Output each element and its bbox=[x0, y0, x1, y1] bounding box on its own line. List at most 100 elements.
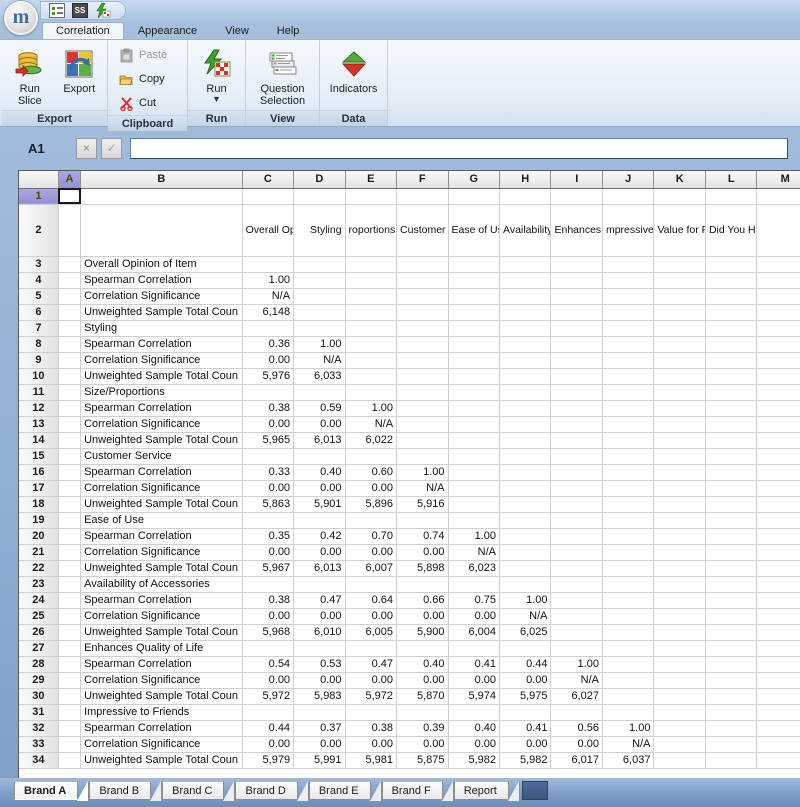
cell-h17[interactable] bbox=[499, 480, 552, 497]
cell-k6[interactable] bbox=[653, 304, 706, 321]
cell-k2[interactable]: Value for Price Paid bbox=[653, 204, 706, 257]
cell-a23[interactable] bbox=[58, 576, 82, 593]
cell-a20[interactable] bbox=[58, 528, 82, 545]
cell-k18[interactable] bbox=[653, 496, 706, 513]
cell-f16[interactable]: 1.00 bbox=[396, 464, 449, 481]
cell-k11[interactable] bbox=[653, 384, 706, 401]
cell-c8[interactable]: 0.36 bbox=[242, 336, 295, 353]
cell-b17[interactable]: Correlation Significance bbox=[80, 480, 243, 497]
cell-g28[interactable]: 0.41 bbox=[448, 656, 501, 673]
cell-h4[interactable] bbox=[499, 272, 552, 289]
cell-f6[interactable] bbox=[396, 304, 449, 321]
cell-d27[interactable] bbox=[293, 640, 346, 657]
cell-a6[interactable] bbox=[58, 304, 82, 321]
cell-k10[interactable] bbox=[653, 368, 706, 385]
cell-d4[interactable] bbox=[293, 272, 346, 289]
cell-m9[interactable] bbox=[756, 352, 800, 369]
cell-i2[interactable]: Enhances Quality of Life bbox=[550, 204, 603, 257]
cell-i33[interactable]: 0.00 bbox=[550, 736, 603, 753]
cell-g17[interactable] bbox=[448, 480, 501, 497]
cell-j32[interactable]: 1.00 bbox=[602, 720, 655, 737]
cell-m1[interactable] bbox=[756, 188, 800, 205]
cell-l15[interactable] bbox=[705, 448, 758, 465]
cell-e8[interactable] bbox=[345, 336, 398, 353]
cell-i34[interactable]: 6,017 bbox=[550, 752, 603, 769]
cell-b15[interactable]: Customer Service bbox=[80, 448, 243, 465]
cell-e19[interactable] bbox=[345, 512, 398, 529]
cell-b6[interactable]: Unweighted Sample Total Coun bbox=[80, 304, 243, 321]
cell-j6[interactable] bbox=[602, 304, 655, 321]
chevron-down-icon[interactable]: ▼ bbox=[212, 95, 221, 104]
cell-d31[interactable] bbox=[293, 704, 346, 721]
cell-k22[interactable] bbox=[653, 560, 706, 577]
cell-i3[interactable] bbox=[550, 256, 603, 273]
cell-c15[interactable] bbox=[242, 448, 295, 465]
cell-g4[interactable] bbox=[448, 272, 501, 289]
sheet-tab-report[interactable]: Report bbox=[453, 781, 509, 800]
row-header-32[interactable]: 32 bbox=[19, 720, 59, 737]
cell-j22[interactable] bbox=[602, 560, 655, 577]
cell-f12[interactable] bbox=[396, 400, 449, 417]
cell-e27[interactable] bbox=[345, 640, 398, 657]
cell-m34[interactable] bbox=[756, 752, 800, 769]
cell-b12[interactable]: Spearman Correlation bbox=[80, 400, 243, 417]
cell-g7[interactable] bbox=[448, 320, 501, 337]
cell-d30[interactable]: 5,983 bbox=[293, 688, 346, 705]
cell-e34[interactable]: 5,981 bbox=[345, 752, 398, 769]
cell-j8[interactable] bbox=[602, 336, 655, 353]
cell-f10[interactable] bbox=[396, 368, 449, 385]
cell-j26[interactable] bbox=[602, 624, 655, 641]
cell-g21[interactable]: N/A bbox=[448, 544, 501, 561]
row-header-21[interactable]: 21 bbox=[19, 544, 59, 561]
cell-g26[interactable]: 6,004 bbox=[448, 624, 501, 641]
cell-i17[interactable] bbox=[550, 480, 603, 497]
question-selection-button[interactable]: Question Selection bbox=[250, 44, 315, 108]
cell-j13[interactable] bbox=[602, 416, 655, 433]
cell-j20[interactable] bbox=[602, 528, 655, 545]
row-header-17[interactable]: 17 bbox=[19, 480, 59, 497]
cell-m31[interactable] bbox=[756, 704, 800, 721]
cell-b30[interactable]: Unweighted Sample Total Coun bbox=[80, 688, 243, 705]
formula-input[interactable] bbox=[130, 137, 788, 159]
row-header-22[interactable]: 22 bbox=[19, 560, 59, 577]
cell-f13[interactable] bbox=[396, 416, 449, 433]
cell-m7[interactable] bbox=[756, 320, 800, 337]
cell-g11[interactable] bbox=[448, 384, 501, 401]
cell-m4[interactable] bbox=[756, 272, 800, 289]
cell-b7[interactable]: Styling bbox=[80, 320, 243, 337]
cell-h2[interactable]: Availability of :cessories bbox=[499, 204, 552, 257]
cell-j27[interactable] bbox=[602, 640, 655, 657]
column-header-c[interactable]: C bbox=[242, 171, 295, 189]
cell-e22[interactable]: 6,007 bbox=[345, 560, 398, 577]
sheet-tab-brand-e[interactable]: Brand E bbox=[308, 781, 371, 800]
cell-g13[interactable] bbox=[448, 416, 501, 433]
cell-j17[interactable] bbox=[602, 480, 655, 497]
cell-f5[interactable] bbox=[396, 288, 449, 305]
cell-d16[interactable]: 0.40 bbox=[293, 464, 346, 481]
cell-e18[interactable]: 5,896 bbox=[345, 496, 398, 513]
column-header-j[interactable]: J bbox=[602, 171, 655, 189]
cell-k14[interactable] bbox=[653, 432, 706, 449]
spss-icon[interactable]: SS bbox=[72, 3, 88, 18]
cell-d14[interactable]: 6,013 bbox=[293, 432, 346, 449]
cell-m11[interactable] bbox=[756, 384, 800, 401]
cell-a24[interactable] bbox=[58, 592, 82, 609]
confirm-edit-button[interactable]: ✓ bbox=[101, 137, 122, 159]
cell-e4[interactable] bbox=[345, 272, 398, 289]
cell-m18[interactable] bbox=[756, 496, 800, 513]
cell-l23[interactable] bbox=[705, 576, 758, 593]
cell-i20[interactable] bbox=[550, 528, 603, 545]
cell-m23[interactable] bbox=[756, 576, 800, 593]
cell-a5[interactable] bbox=[58, 288, 82, 305]
cell-h12[interactable] bbox=[499, 400, 552, 417]
cell-l25[interactable] bbox=[705, 608, 758, 625]
cell-d19[interactable] bbox=[293, 512, 346, 529]
cell-m6[interactable] bbox=[756, 304, 800, 321]
cell-j4[interactable] bbox=[602, 272, 655, 289]
row-header-24[interactable]: 24 bbox=[19, 592, 59, 609]
cell-g24[interactable]: 0.75 bbox=[448, 592, 501, 609]
row-header-1[interactable]: 1 bbox=[19, 188, 59, 205]
export-button[interactable]: Export bbox=[56, 44, 104, 96]
cell-d34[interactable]: 5,991 bbox=[293, 752, 346, 769]
cell-j11[interactable] bbox=[602, 384, 655, 401]
